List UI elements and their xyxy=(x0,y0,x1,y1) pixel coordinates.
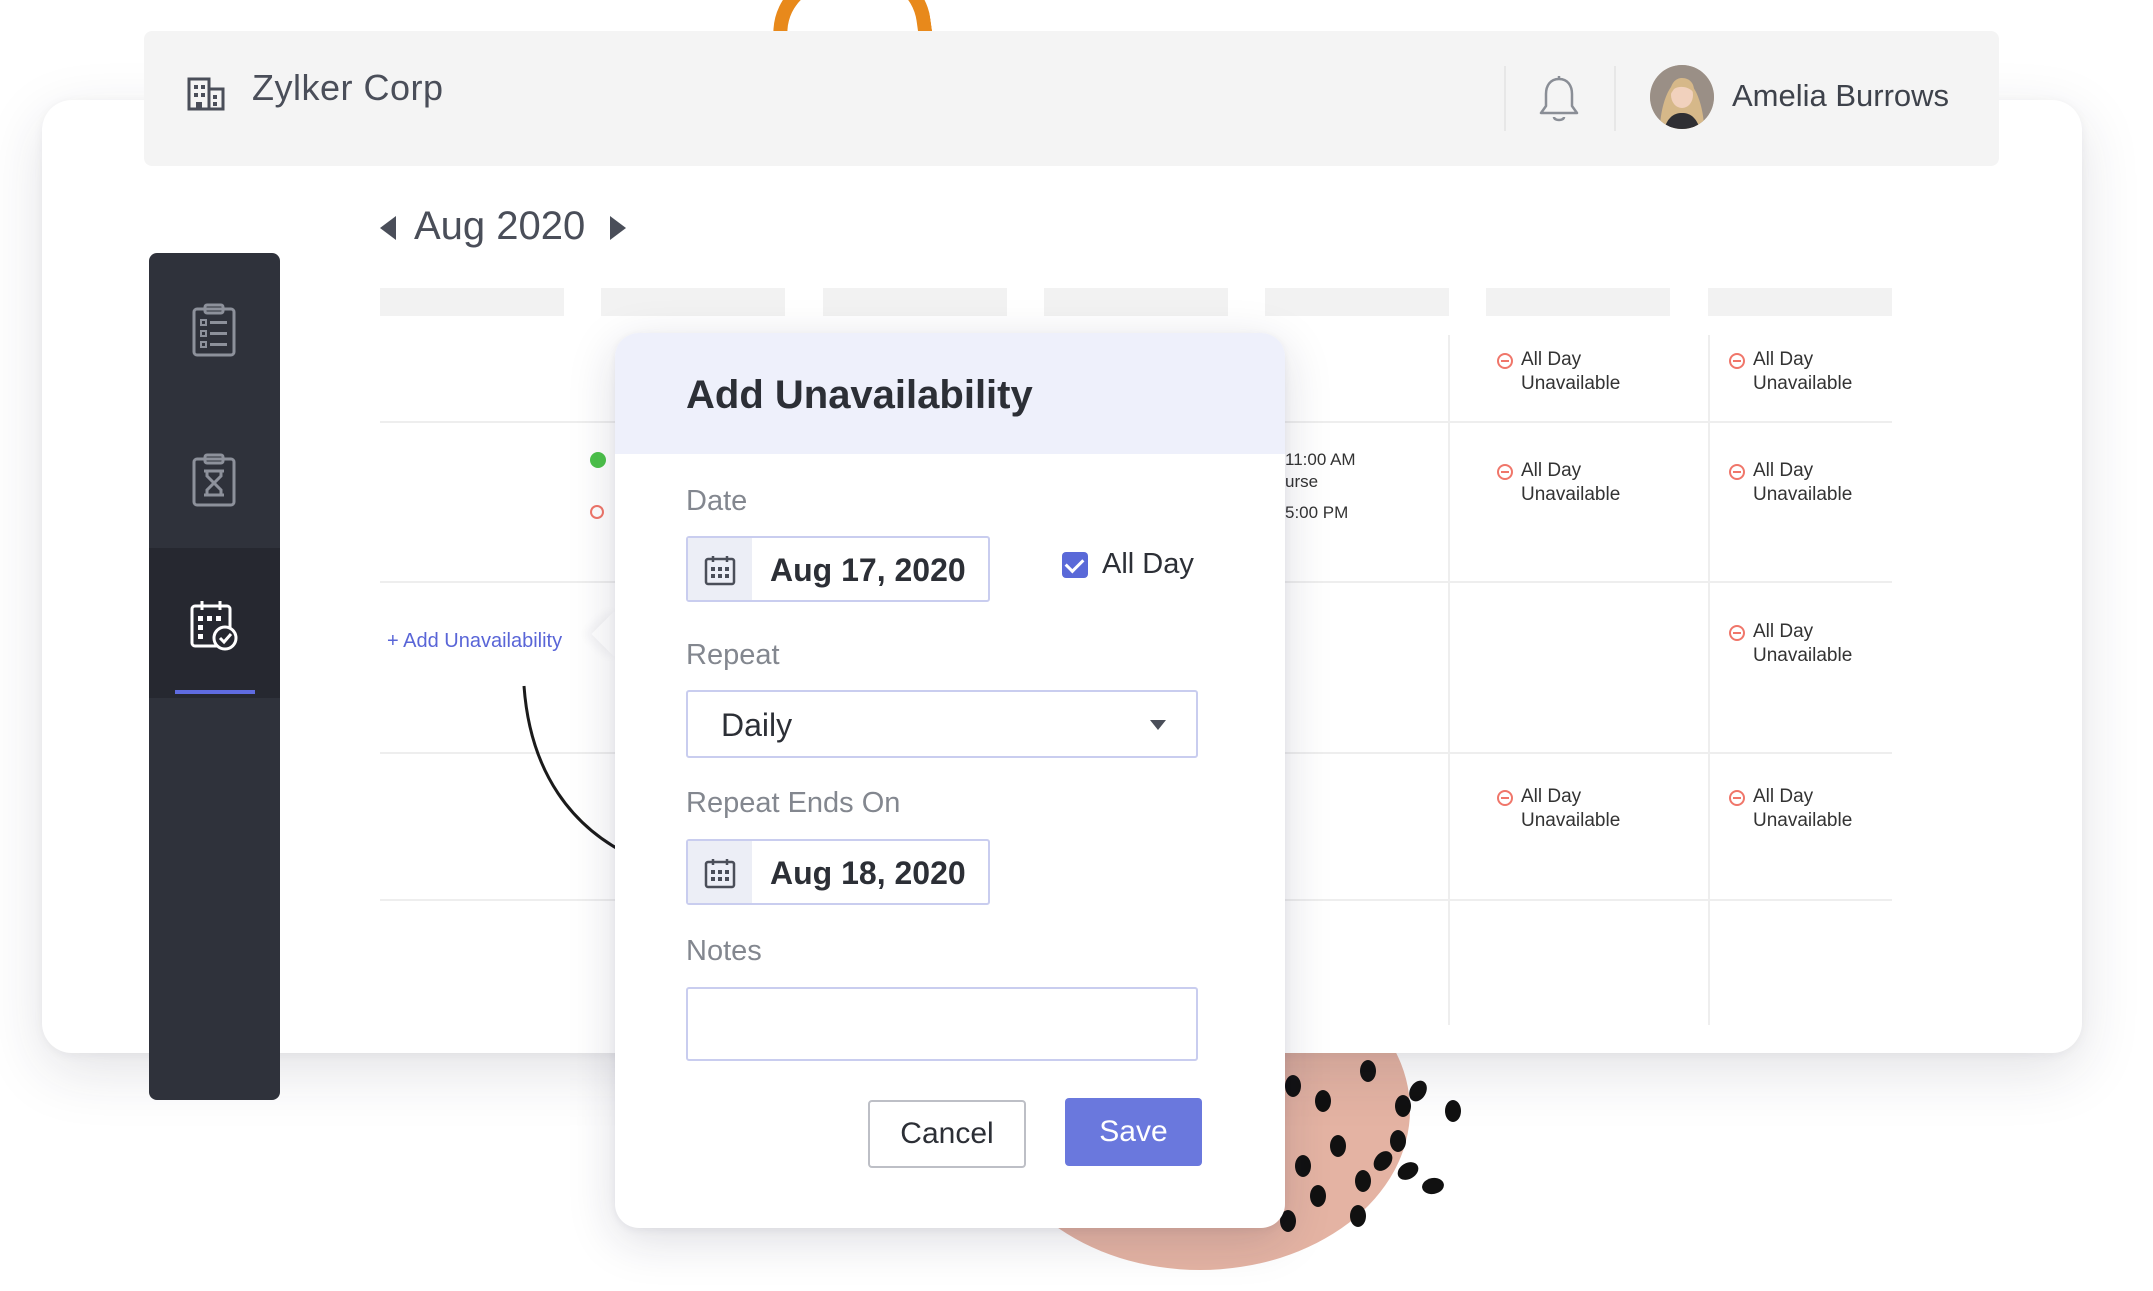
cancel-button[interactable]: Cancel xyxy=(868,1100,1026,1168)
repeat-ends-label: Repeat Ends On xyxy=(686,787,901,819)
unavailable-dot xyxy=(590,505,604,519)
next-month-icon[interactable] xyxy=(610,216,626,240)
date-picker[interactable]: Aug 17, 2020 xyxy=(686,536,990,602)
shift-time: 5:00 PM xyxy=(1285,503,1349,522)
hourglass-clipboard-icon xyxy=(192,453,236,507)
unavailable-icon xyxy=(1729,464,1745,480)
prev-month-icon[interactable] xyxy=(380,216,396,240)
status-unavailable[interactable]: All Day Unavailable xyxy=(1497,348,1620,396)
day-header xyxy=(1708,288,1892,316)
status-label: All Day xyxy=(1521,786,1582,807)
sidebar-item-timesheet[interactable] xyxy=(149,403,280,553)
add-unavailability-link[interactable]: + Add Unavailability xyxy=(387,630,562,653)
all-day-checkbox[interactable]: All Day xyxy=(1062,548,1194,581)
unavailable-icon xyxy=(1729,353,1745,369)
status-label: All Day xyxy=(1753,349,1814,370)
repeat-ends-date-picker[interactable]: Aug 18, 2020 xyxy=(686,839,990,905)
status-unavailable[interactable]: All Day Unavailable xyxy=(1497,785,1620,833)
unavailable-icon xyxy=(1497,790,1513,806)
status-value: Unavailable xyxy=(1753,810,1853,831)
clipboard-list-icon xyxy=(192,303,236,357)
day-header xyxy=(601,288,785,316)
day-header xyxy=(1486,288,1670,316)
avatar[interactable] xyxy=(1650,65,1714,129)
header-divider xyxy=(1504,66,1506,131)
calendar-check-icon xyxy=(190,601,238,651)
unavailable-icon xyxy=(1497,464,1513,480)
shift-name: urse xyxy=(1285,472,1319,491)
sidebar-item-availability[interactable] xyxy=(149,548,280,698)
bell-icon[interactable] xyxy=(1536,75,1582,125)
available-dot xyxy=(590,452,606,468)
active-indicator xyxy=(175,690,255,694)
header-divider xyxy=(1614,66,1616,131)
repeat-label: Repeat xyxy=(686,639,780,671)
status-unavailable[interactable]: All Day Unavailable xyxy=(1729,785,1852,833)
status-unavailable[interactable]: All Day Unavailable xyxy=(1729,620,1852,668)
stage: Zylker Corp Amelia Burrows Aug 2020 All … xyxy=(0,0,2153,1291)
status-value: Unavailable xyxy=(1753,645,1853,666)
status-unavailable[interactable]: All Day Unavailable xyxy=(1497,459,1620,507)
unavailable-icon xyxy=(1497,353,1513,369)
calendar-icon[interactable] xyxy=(688,538,752,600)
calendar-icon[interactable] xyxy=(688,841,752,903)
sidebar-item-tasks[interactable] xyxy=(149,253,280,403)
day-header xyxy=(380,288,564,316)
status-unavailable[interactable]: All Day Unavailable xyxy=(1729,459,1852,507)
org-name: Zylker Corp xyxy=(252,67,444,108)
chevron-down-icon xyxy=(1150,720,1166,730)
status-unavailable[interactable]: All Day Unavailable xyxy=(1729,348,1852,396)
status-label: All Day xyxy=(1753,786,1814,807)
checkbox-checked-icon[interactable] xyxy=(1062,551,1088,578)
status-label: All Day xyxy=(1521,460,1582,481)
notes-field[interactable] xyxy=(686,987,1198,1061)
unavailable-icon xyxy=(1729,790,1745,806)
add-unavailability-dialog: Add Unavailability Date Aug 17, 2020 All… xyxy=(615,333,1285,1228)
sidebar xyxy=(149,253,280,1100)
status-label: All Day xyxy=(1521,349,1582,370)
status-value: Unavailable xyxy=(1521,810,1621,831)
building-icon xyxy=(187,77,225,111)
all-day-label: All Day xyxy=(1102,548,1194,580)
repeat-value: Daily xyxy=(721,707,793,743)
app-header: Zylker Corp Amelia Burrows xyxy=(144,31,1999,166)
unavailable-icon xyxy=(1729,625,1745,641)
user-name[interactable]: Amelia Burrows xyxy=(1732,78,1949,114)
dialog-title: Add Unavailability xyxy=(686,373,1033,417)
status-label: All Day xyxy=(1753,460,1814,481)
repeat-select[interactable]: Daily xyxy=(686,690,1198,758)
date-value: Aug 17, 2020 xyxy=(770,552,966,588)
status-value: Unavailable xyxy=(1753,373,1853,394)
month-label: Aug 2020 xyxy=(414,204,586,248)
shift-time: 11:00 AM xyxy=(1285,450,1356,469)
dialog-header: Add Unavailability xyxy=(615,333,1285,454)
day-header xyxy=(1044,288,1228,316)
status-label: All Day xyxy=(1753,621,1814,642)
notes-label: Notes xyxy=(686,935,762,967)
day-header xyxy=(823,288,1007,316)
status-value: Unavailable xyxy=(1521,484,1621,505)
repeat-ends-value: Aug 18, 2020 xyxy=(770,855,966,891)
status-value: Unavailable xyxy=(1521,373,1621,394)
status-value: Unavailable xyxy=(1753,484,1853,505)
save-button[interactable]: Save xyxy=(1065,1098,1202,1166)
day-header xyxy=(1265,288,1449,316)
date-label: Date xyxy=(686,485,748,517)
